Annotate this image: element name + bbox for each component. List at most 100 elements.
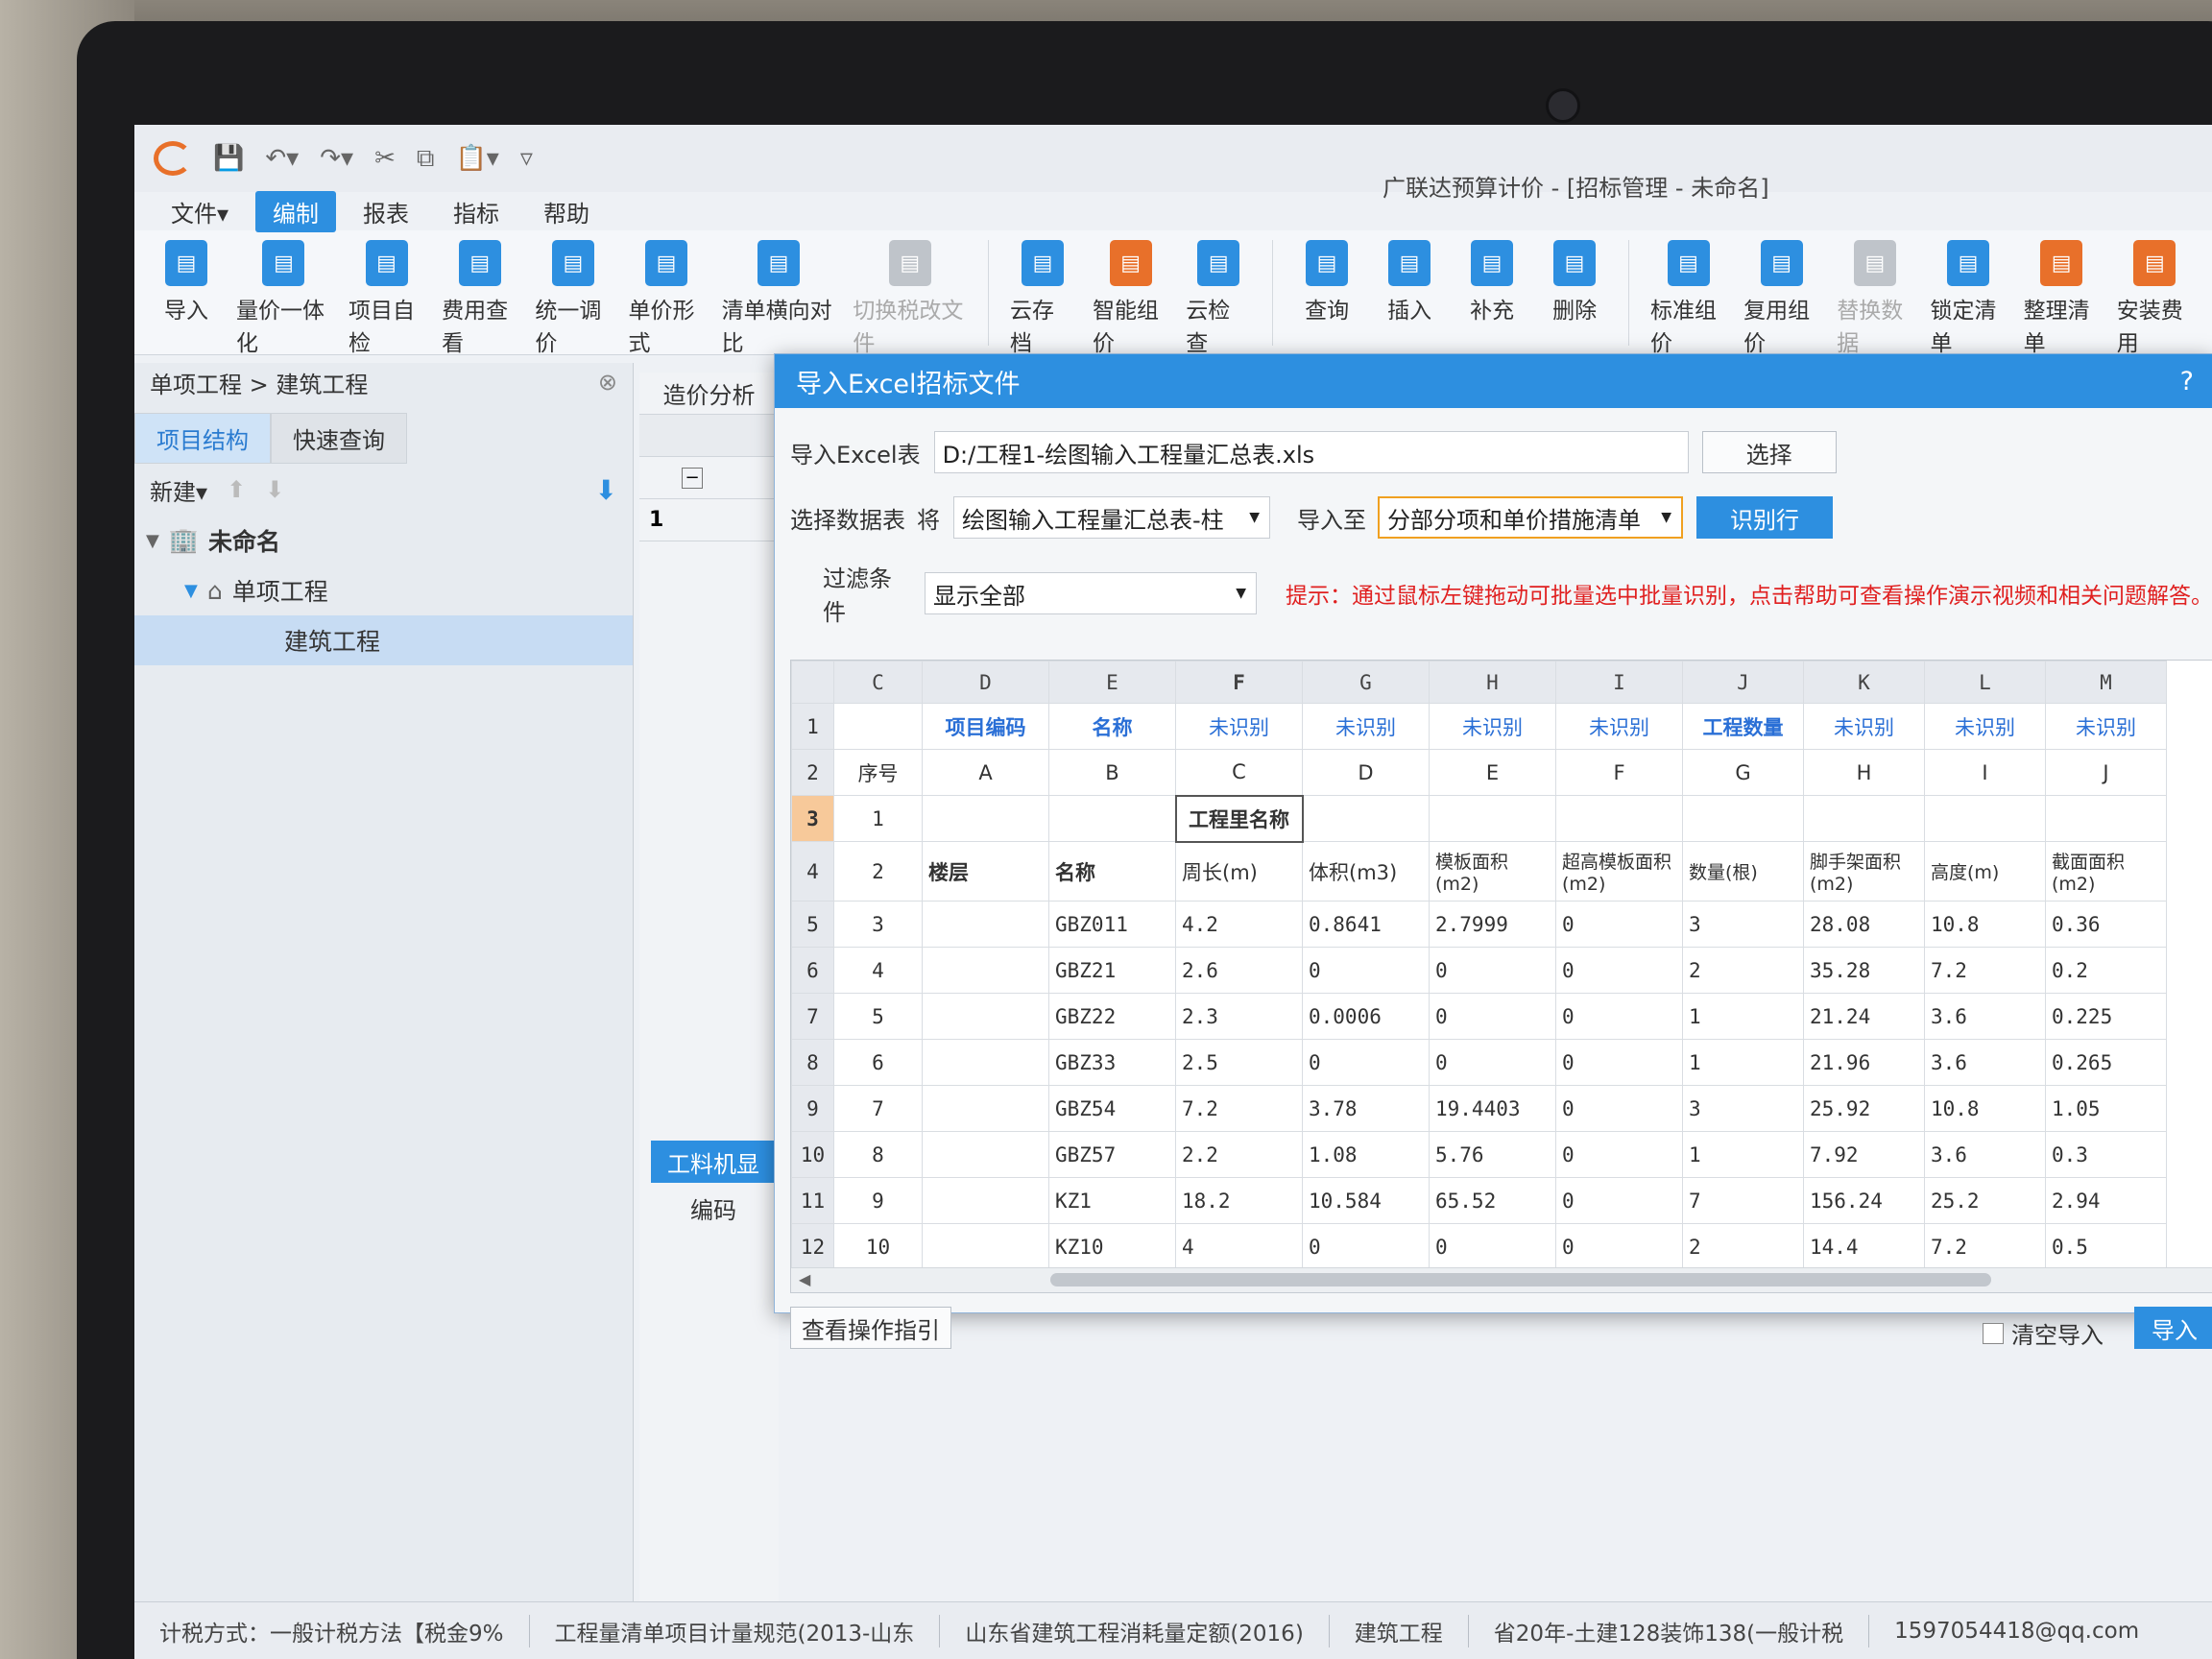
horizontal-scrollbar[interactable]: ◀ (791, 1267, 2212, 1292)
redo-icon[interactable]: ↷▾ (320, 144, 353, 173)
table-cell[interactable]: 5.76 (1429, 1131, 1556, 1178)
ribbon-button[interactable]: ▤ 删除 (1536, 240, 1613, 325)
table-cell[interactable]: J (2045, 749, 2167, 796)
table-cell[interactable]: 28.08 (1803, 901, 1925, 948)
ribbon-button[interactable]: ▤ 单价形式 (622, 240, 709, 357)
table-cell[interactable]: C (1175, 749, 1303, 796)
move-up-icon[interactable]: ⬆ (227, 476, 246, 503)
table-cell[interactable]: 2.2 (1175, 1131, 1303, 1178)
table-cell[interactable]: 7.2 (1924, 947, 2046, 994)
column-header[interactable]: E (1048, 661, 1176, 704)
table-cell[interactable]: 156.24 (1803, 1177, 1925, 1224)
tree-node-single[interactable]: ▼ ⌂ 单项工程 (134, 565, 633, 615)
table-cell[interactable]: 0 (1555, 993, 1683, 1040)
ribbon-button[interactable]: ▤ 清单横向对比 (716, 240, 842, 357)
excel-preview-grid[interactable]: C D E F G H I J K L M 1 项目编码 名称 未识别 未识别 未识别 未识别 工程数量 未识别 未识别… (790, 660, 2212, 1293)
column-mapping-cell[interactable]: 未识别 (1429, 703, 1556, 750)
ribbon-button[interactable]: ▤ 费用查看 (436, 240, 523, 357)
table-cell[interactable]: 19.4403 (1429, 1085, 1556, 1132)
copy-icon[interactable]: ⧉ (417, 144, 435, 174)
table-cell[interactable]: 高度(m) (1924, 841, 2046, 902)
table-cell[interactable]: 3 (1682, 1085, 1804, 1132)
table-cell[interactable]: 18.2 (1175, 1177, 1303, 1224)
table-cell[interactable]: 0 (1302, 947, 1430, 994)
table-cell[interactable]: 0.8641 (1302, 901, 1430, 948)
table-cell[interactable]: 0 (1555, 1039, 1683, 1086)
table-cell[interactable] (922, 993, 1049, 1040)
collapse-icon[interactable]: ⊗ (598, 369, 617, 396)
table-cell[interactable]: A (922, 749, 1049, 796)
tab-quick-query[interactable]: 快速查询 (271, 413, 407, 464)
column-mapping-cell[interactable]: 未识别 (2045, 703, 2167, 750)
table-cell[interactable]: 1.05 (2045, 1085, 2167, 1132)
scroll-left-icon[interactable]: ◀ (799, 1270, 810, 1288)
table-cell[interactable]: 0 (1429, 1223, 1556, 1270)
table-cell[interactable]: 0 (1429, 993, 1556, 1040)
table-cell[interactable]: 模板面积(m2) (1429, 841, 1556, 902)
table-cell[interactable] (1429, 795, 1556, 842)
ribbon-button[interactable]: ▤ 智能组价 (1087, 240, 1174, 357)
table-cell[interactable]: 楼层 (922, 841, 1049, 902)
column-mapping-cell[interactable]: 项目编码 (922, 703, 1049, 750)
table-cell[interactable] (922, 795, 1049, 842)
table-cell[interactable] (922, 947, 1049, 994)
expand-arrow-icon[interactable]: ▼ (146, 531, 159, 551)
column-mapping-cell[interactable]: 未识别 (1175, 703, 1303, 750)
table-cell[interactable]: 2 (833, 841, 923, 902)
table-cell[interactable]: 2 (1682, 947, 1804, 994)
table-cell[interactable]: GBZ57 (1048, 1131, 1176, 1178)
column-header[interactable]: G (1302, 661, 1430, 704)
ribbon-button[interactable]: ▤ 安装费用 (2111, 240, 2199, 357)
move-down-icon[interactable]: ⬇ (265, 476, 284, 503)
ribbon-button[interactable]: ▤ 插入 (1371, 240, 1448, 325)
scroll-thumb[interactable] (1050, 1273, 1991, 1286)
save-icon[interactable]: 💾 (213, 144, 244, 173)
table-cell[interactable]: 25.92 (1803, 1085, 1925, 1132)
table-cell[interactable]: 0.36 (2045, 901, 2167, 948)
clear-import-checkbox[interactable] (1983, 1322, 2004, 1344)
table-cell[interactable]: 0.225 (2045, 993, 2167, 1040)
tree-node-root[interactable]: ▼ 🏢 未命名 (134, 516, 633, 565)
collapse-box-icon[interactable]: − (682, 467, 703, 489)
table-cell[interactable]: 7 (833, 1085, 923, 1132)
ribbon-button[interactable]: ▤ 复用组价 (1738, 240, 1825, 357)
table-cell[interactable]: D (1302, 749, 1430, 796)
ribbon-button[interactable]: ▤ 导入 (148, 240, 225, 325)
table-cell[interactable]: 9 (833, 1177, 923, 1224)
column-header[interactable]: I (1555, 661, 1683, 704)
ribbon-button[interactable]: ▤ 查询 (1288, 240, 1365, 325)
table-cell[interactable] (922, 1131, 1049, 1178)
table-cell[interactable]: 1 (1682, 1039, 1804, 1086)
table-cell[interactable]: 序号 (833, 749, 923, 796)
table-cell[interactable]: 2.7999 (1429, 901, 1556, 948)
table-cell[interactable]: 0 (1555, 901, 1683, 948)
table-cell[interactable]: KZ1 (1048, 1177, 1176, 1224)
ribbon-button[interactable]: ▤ 云检查 (1180, 240, 1257, 357)
table-cell[interactable]: GBZ21 (1048, 947, 1176, 994)
menu-edit[interactable]: 编制 (255, 190, 337, 232)
undo-icon[interactable]: ↶▾ (265, 144, 299, 173)
column-mapping-cell[interactable]: 未识别 (1924, 703, 2046, 750)
table-cell[interactable]: 名称 (1048, 841, 1176, 902)
table-cell[interactable] (1555, 795, 1683, 842)
table-cell[interactable]: 10.8 (1924, 901, 2046, 948)
help-icon[interactable]: ? (2180, 367, 2194, 397)
table-cell[interactable]: 0 (1302, 1223, 1430, 1270)
table-cell[interactable]: 0.265 (2045, 1039, 2167, 1086)
expand-arrow-icon[interactable]: ▼ (184, 581, 198, 601)
table-cell[interactable]: 3.78 (1302, 1085, 1430, 1132)
table-cell[interactable] (922, 1085, 1049, 1132)
table-cell[interactable]: I (1924, 749, 2046, 796)
table-cell[interactable]: 0 (1429, 1039, 1556, 1086)
table-cell[interactable] (1682, 795, 1804, 842)
table-cell[interactable]: 周长(m) (1175, 841, 1303, 902)
table-cell[interactable]: 4 (1175, 1223, 1303, 1270)
table-cell[interactable] (922, 1223, 1049, 1270)
paste-icon[interactable]: 📋▾ (455, 144, 498, 173)
table-cell[interactable]: 21.24 (1803, 993, 1925, 1040)
table-cell[interactable]: 10.8 (1924, 1085, 2046, 1132)
filter-select[interactable]: 显示全部 ▼ (925, 572, 1257, 614)
table-cell[interactable]: 1 (833, 795, 923, 842)
column-header[interactable]: D (922, 661, 1049, 704)
table-cell[interactable]: 2.5 (1175, 1039, 1303, 1086)
